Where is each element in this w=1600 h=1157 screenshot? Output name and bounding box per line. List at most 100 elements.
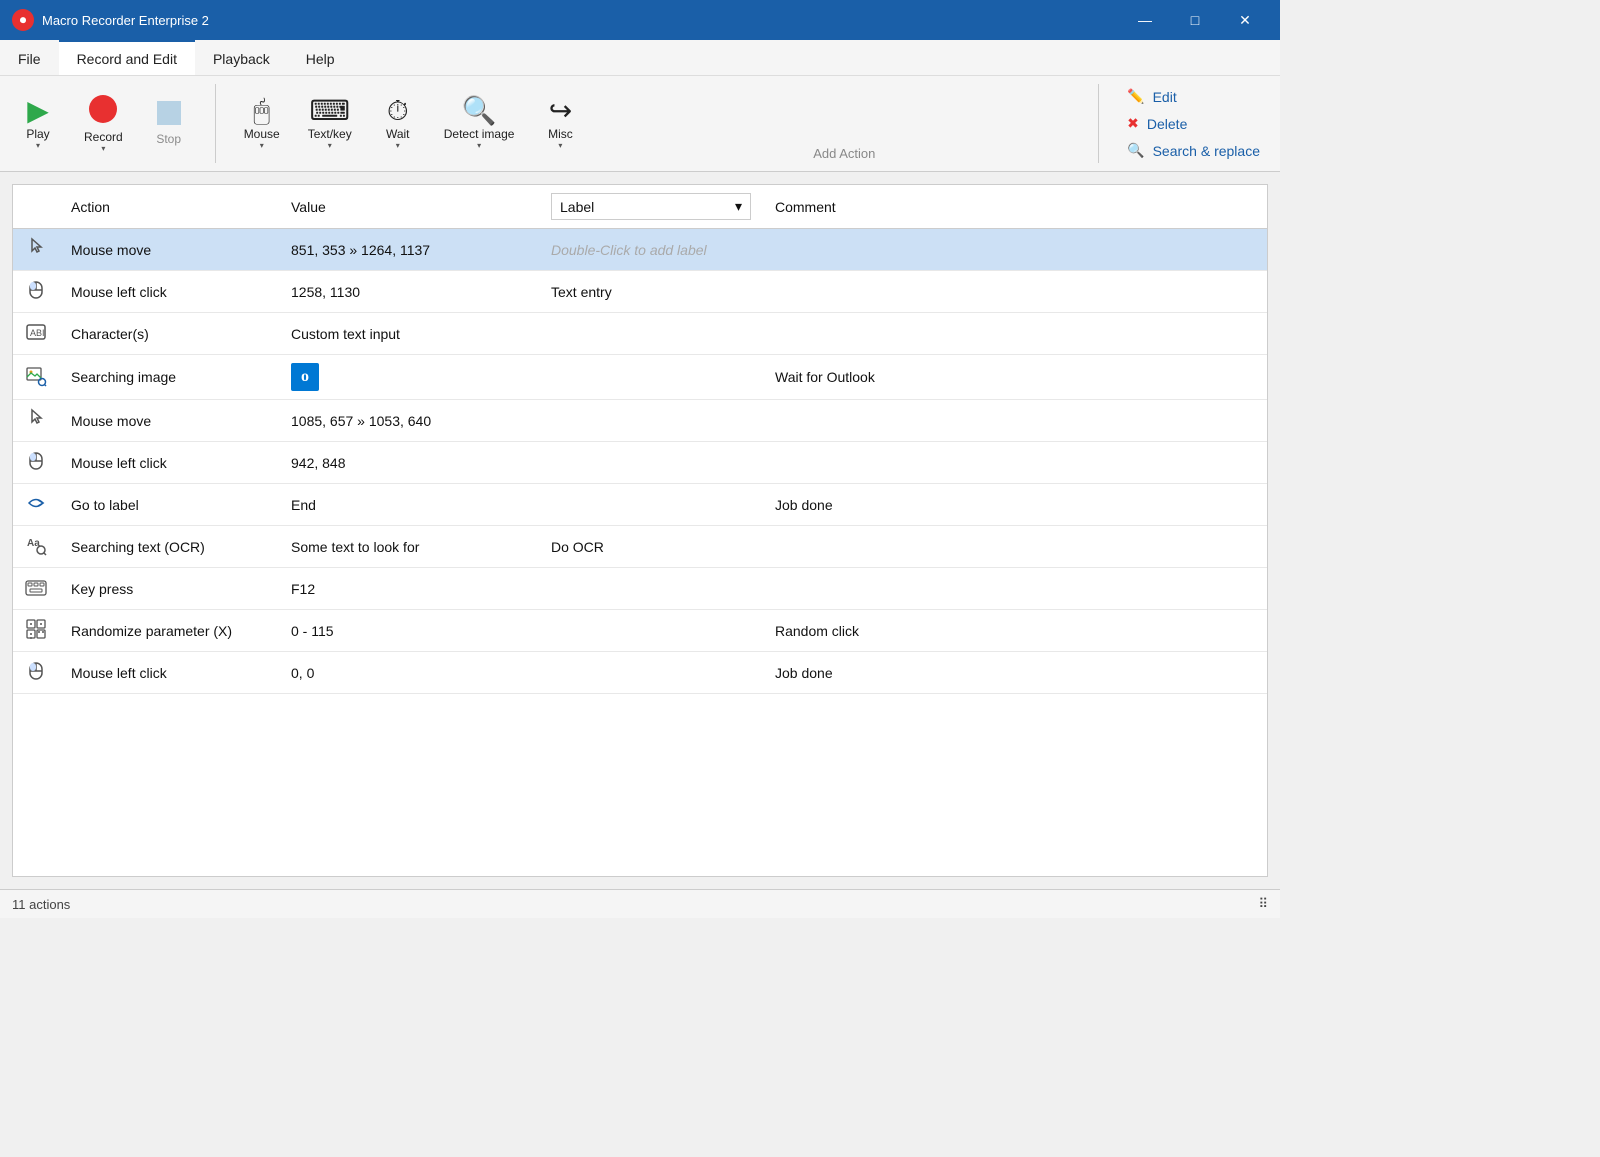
- mouse-arrow: ▾: [260, 141, 264, 150]
- toolbar: ▶ Play ▾ Record ▾ Stop 🖱 Mouse ▾ ⌨ Text/…: [0, 76, 1280, 172]
- table-row[interactable]: Mouse left click942, 848: [13, 442, 1267, 484]
- col-header-comment: Comment: [763, 185, 1267, 229]
- title-bar: ⏺ Macro Recorder Enterprise 2 — □ ✕: [0, 0, 1280, 40]
- table-row[interactable]: Randomize parameter (X)0 - 115 Random cli…: [13, 610, 1267, 652]
- toolbar-group-playback: ▶ Play ▾ Record ▾ Stop: [0, 80, 207, 167]
- menu-bar: File Record and Edit Playback Help: [0, 40, 1280, 76]
- toolbar-right: ✏️ Edit ✖ Delete 🔍 Search & replace: [1107, 80, 1280, 167]
- row-action: Mouse move: [59, 229, 279, 271]
- table-row[interactable]: Searching imageoWait for Outlook: [13, 355, 1267, 400]
- stop-label: Stop: [156, 132, 181, 146]
- row-value: 0 - 115: [279, 610, 539, 652]
- table-row[interactable]: Key pressF12: [13, 568, 1267, 610]
- table-container: Action Value Label ▾ Comment: [12, 184, 1268, 877]
- row-comment: [763, 568, 1267, 610]
- row-icon: ABI: [13, 313, 59, 355]
- add-action-label: Add Action: [598, 80, 1090, 167]
- stop-button[interactable]: Stop: [139, 95, 199, 152]
- delete-button[interactable]: ✖ Delete: [1123, 113, 1264, 134]
- table-row[interactable]: Mouse move1085, 657 » 1053, 640: [13, 400, 1267, 442]
- toolbar-group-actions: 🖱 Mouse ▾ ⌨ Text/key ▾ ⏱ Wait ▾ 🔍 Detect…: [224, 80, 599, 167]
- row-value: End: [279, 484, 539, 526]
- wait-icon: ⏱: [387, 97, 409, 125]
- row-label: [539, 400, 763, 442]
- table-header-row: Action Value Label ▾ Comment: [13, 185, 1267, 229]
- detectimage-icon: 🔍: [462, 97, 497, 125]
- record-label: Record: [84, 130, 123, 144]
- row-value: 1085, 657 » 1053, 640: [279, 400, 539, 442]
- textkey-button[interactable]: ⌨ Text/key ▾: [296, 91, 364, 156]
- misc-button[interactable]: ↪ Misc ▾: [530, 91, 590, 156]
- row-value: 0, 0: [279, 652, 539, 694]
- row-label: [539, 355, 763, 400]
- misc-label: Misc: [548, 127, 573, 141]
- row-label: Do OCR: [539, 526, 763, 568]
- search-replace-label: Search & replace: [1153, 143, 1260, 159]
- table-row[interactable]: ABICharacter(s)Custom text input: [13, 313, 1267, 355]
- record-button[interactable]: Record ▾: [72, 89, 135, 159]
- row-comment: [763, 313, 1267, 355]
- table-row[interactable]: Mouse move851, 353 » 1264, 1137Double-Cl…: [13, 229, 1267, 271]
- table-row[interactable]: AaSearching text (OCR)Some text to look …: [13, 526, 1267, 568]
- row-label: [539, 610, 763, 652]
- label-dropdown[interactable]: Label ▾: [551, 193, 751, 220]
- actions-table: Action Value Label ▾ Comment: [13, 185, 1267, 694]
- close-button[interactable]: ✕: [1222, 0, 1268, 40]
- row-action: Character(s): [59, 313, 279, 355]
- dropdown-chevron: ▾: [735, 198, 742, 215]
- delete-label: Delete: [1147, 116, 1187, 132]
- detectimage-button[interactable]: 🔍 Detect image ▾: [432, 91, 527, 156]
- textkey-icon: ⌨: [310, 97, 350, 125]
- outlook-thumbnail: o: [291, 363, 319, 391]
- row-value: 851, 353 » 1264, 1137: [279, 229, 539, 271]
- maximize-button[interactable]: □: [1172, 0, 1218, 40]
- row-value: F12: [279, 568, 539, 610]
- table-row[interactable]: Mouse left click1258, 1130Text entry: [13, 271, 1267, 313]
- window-controls: — □ ✕: [1122, 0, 1268, 40]
- detectimage-arrow: ▾: [477, 141, 481, 150]
- row-icon: [13, 568, 59, 610]
- row-comment: [763, 442, 1267, 484]
- mouse-button[interactable]: 🖱 Mouse ▾: [232, 91, 292, 156]
- textkey-label: Text/key: [308, 127, 352, 141]
- menu-help[interactable]: Help: [288, 40, 353, 75]
- delete-icon: ✖: [1127, 115, 1139, 132]
- app-icon: ⏺: [12, 9, 34, 31]
- menu-file[interactable]: File: [0, 40, 59, 75]
- play-button[interactable]: ▶ Play ▾: [8, 91, 68, 156]
- edit-button[interactable]: ✏️ Edit: [1123, 86, 1264, 107]
- row-action: Searching image: [59, 355, 279, 400]
- table-row[interactable]: Mouse left click0, 0Job done: [13, 652, 1267, 694]
- row-value: 1258, 1130: [279, 271, 539, 313]
- wait-button[interactable]: ⏱ Wait ▾: [368, 91, 428, 156]
- row-action: Searching text (OCR): [59, 526, 279, 568]
- col-header-value: Value: [279, 185, 539, 229]
- edit-icon: ✏️: [1127, 88, 1144, 105]
- col-header-icon: [13, 185, 59, 229]
- minimize-button[interactable]: —: [1122, 0, 1168, 40]
- toolbar-sep-1: [215, 84, 216, 163]
- row-icon: [13, 652, 59, 694]
- misc-icon: ↪: [549, 97, 572, 125]
- row-icon: Aa: [13, 526, 59, 568]
- svg-text:ABI: ABI: [30, 328, 45, 338]
- search-replace-button[interactable]: 🔍 Search & replace: [1123, 140, 1264, 161]
- table-row[interactable]: Go to labelEndJob done: [13, 484, 1267, 526]
- row-action: Key press: [59, 568, 279, 610]
- row-action: Mouse left click: [59, 442, 279, 484]
- row-label: [539, 652, 763, 694]
- toolbar-sep-2: [1098, 84, 1099, 163]
- row-action: Randomize parameter (X): [59, 610, 279, 652]
- row-comment: Random click: [763, 610, 1267, 652]
- row-comment: [763, 526, 1267, 568]
- textkey-arrow: ▾: [328, 141, 332, 150]
- misc-arrow: ▾: [558, 141, 562, 150]
- record-arrow: ▾: [101, 144, 105, 153]
- row-action: Mouse left click: [59, 652, 279, 694]
- menu-record-edit[interactable]: Record and Edit: [59, 40, 195, 75]
- col-header-label[interactable]: Label ▾: [539, 185, 763, 229]
- row-value: Some text to look for: [279, 526, 539, 568]
- row-comment: [763, 400, 1267, 442]
- menu-playback[interactable]: Playback: [195, 40, 288, 75]
- play-label: Play: [26, 127, 49, 141]
